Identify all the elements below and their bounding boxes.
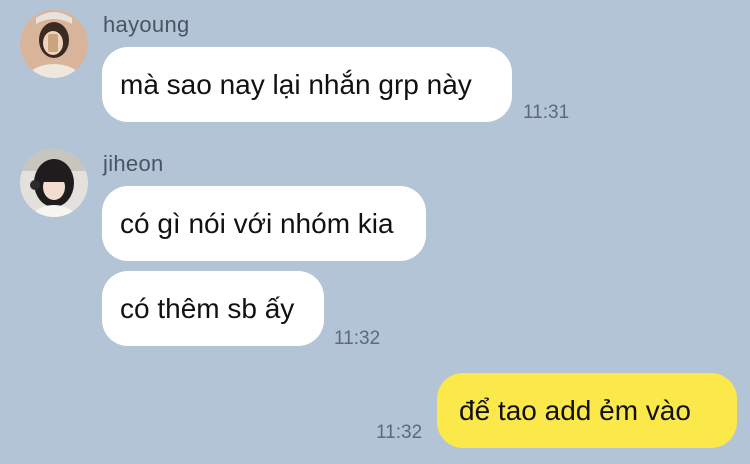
message-timestamp: 11:32 [376,422,423,443]
message-bubble[interactable]: có gì nói với nhóm kia [102,186,426,261]
message-timestamp: 11:31 [523,102,570,123]
message-bubble[interactable]: mà sao nay lại nhắn grp này [102,47,512,122]
own-message-bubble[interactable]: để tao add ẻm vào [437,373,737,448]
jiheon-avatar-icon[interactable] [20,149,88,217]
sender-name-hayoung: hayoung [103,12,190,37]
message-timestamp: 11:32 [334,328,381,349]
hayoung-avatar-icon[interactable] [20,10,88,78]
sender-name-jiheon: jiheon [103,151,164,176]
message-bubble[interactable]: có thêm sb ấy [102,271,324,346]
